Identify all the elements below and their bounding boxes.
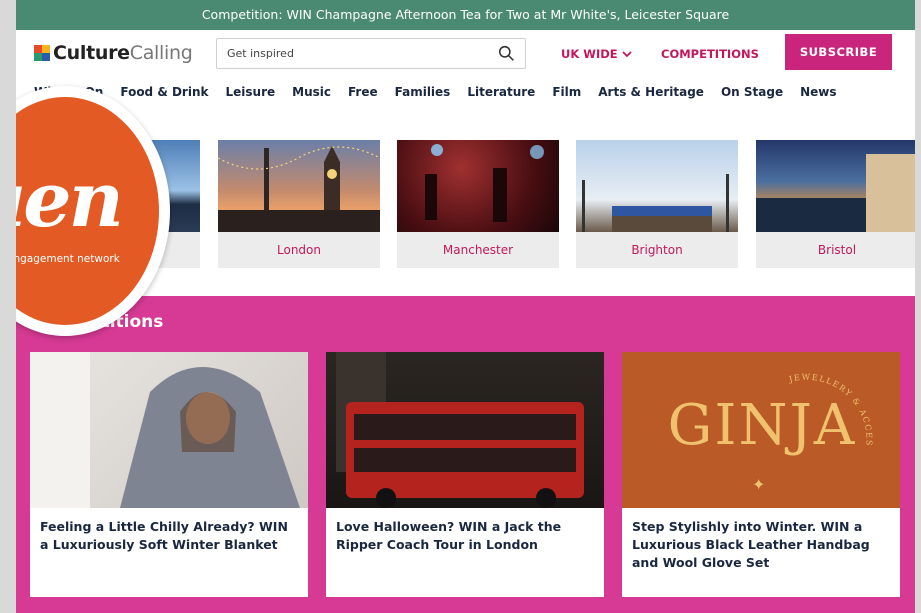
- city-image: [756, 140, 915, 232]
- logo[interactable]: CultureCalling: [34, 42, 193, 64]
- competition-title[interactable]: Step Stylishly into Winter. WIN a Luxuri…: [622, 508, 900, 572]
- chevron-down-icon: [621, 50, 632, 57]
- nav-item-on-stage[interactable]: On Stage: [721, 85, 783, 99]
- nav-item-literature[interactable]: Literature: [467, 85, 535, 99]
- city-card[interactable]: Brighton: [576, 140, 738, 268]
- competition-image: [30, 352, 308, 508]
- city-card[interactable]: Manchester: [397, 140, 559, 268]
- city-image: [397, 140, 559, 232]
- search-input[interactable]: [217, 39, 477, 68]
- badge-circle: uen engagement network: [16, 86, 170, 336]
- search-icon[interactable]: [498, 45, 515, 62]
- search-box: [216, 38, 526, 69]
- promo-bar[interactable]: Competition: WIN Champagne Afternoon Tea…: [16, 0, 915, 30]
- city-name: London: [277, 243, 321, 257]
- nav-item-film[interactable]: Film: [552, 85, 581, 99]
- page: Competition: WIN Champagne Afternoon Tea…: [16, 0, 915, 613]
- competition-title[interactable]: Love Halloween? WIN a Jack the Ripper Co…: [326, 508, 604, 554]
- competition-card[interactable]: Love Halloween? WIN a Jack the Ripper Co…: [326, 352, 604, 597]
- competitions-section: Competitions Feeling a Little Chilly Alr…: [16, 296, 915, 613]
- city-card[interactable]: Bristol: [756, 140, 915, 268]
- badge-subtitle: engagement network: [16, 253, 120, 265]
- logo-text: CultureCalling: [53, 42, 193, 64]
- competition-card[interactable]: GINJA JEWELLERY & ACCESSORIES ✦ Step Sty…: [622, 352, 900, 597]
- svg-text:GINJA: GINJA: [668, 393, 857, 458]
- nav-item-music[interactable]: Music: [292, 85, 331, 99]
- nav-item-free[interactable]: Free: [348, 85, 378, 99]
- competition-image: [326, 352, 604, 508]
- nav-item-leisure[interactable]: Leisure: [225, 85, 275, 99]
- city-name: Manchester: [442, 243, 514, 257]
- city-name: Bristol: [817, 243, 857, 257]
- city-image: [218, 140, 380, 232]
- subscribe-button[interactable]: SUBSCRIBE: [785, 34, 892, 70]
- logo-mark-icon: [34, 45, 50, 61]
- competitions-link[interactable]: COMPETITIONS: [661, 47, 759, 61]
- nav-item-arts-heritage[interactable]: Arts & Heritage: [598, 85, 704, 99]
- promo-text[interactable]: Competition: WIN Champagne Afternoon Tea…: [202, 7, 729, 22]
- region-label: UK WIDE: [561, 47, 618, 61]
- header: CultureCalling UK WIDE COMPETITIONS SUBS…: [16, 30, 915, 76]
- engagement-network-badge: uen engagement network: [16, 86, 176, 336]
- region-selector[interactable]: UK WIDE: [561, 47, 632, 61]
- svg-text:✦: ✦: [752, 475, 765, 494]
- competition-image: GINJA JEWELLERY & ACCESSORIES ✦: [622, 352, 900, 508]
- badge-logo-word: uen: [16, 155, 124, 244]
- competition-card[interactable]: Feeling a Little Chilly Already? WIN a L…: [30, 352, 308, 597]
- nav-item-families[interactable]: Families: [395, 85, 451, 99]
- city-image: [576, 140, 738, 232]
- city-name: Brighton: [631, 243, 683, 257]
- nav-item-news[interactable]: News: [800, 85, 836, 99]
- competition-title[interactable]: Feeling a Little Chilly Already? WIN a L…: [30, 508, 308, 554]
- city-card[interactable]: London: [218, 140, 380, 268]
